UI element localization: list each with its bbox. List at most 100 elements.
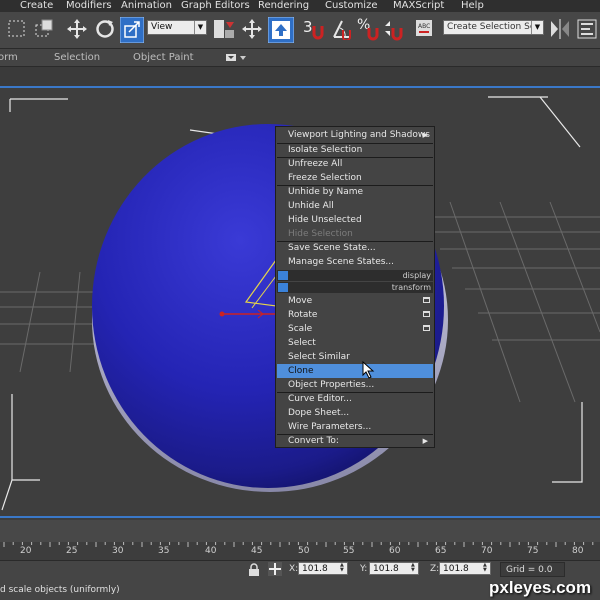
keyboard-shortcut-override-icon[interactable]: [268, 17, 294, 43]
menu-item-label: Convert To:: [288, 436, 339, 446]
track-tick-label: 25: [66, 546, 78, 556]
edit-named-selection-icon[interactable]: ABC: [414, 18, 436, 40]
y-coordinate-field[interactable]: 101.8 ▲ ▼: [369, 562, 419, 575]
track-tick-label: 75: [527, 546, 539, 556]
graphite-ribbon: orm Selection Object Paint: [0, 49, 600, 67]
angle-snap-icon[interactable]: [331, 18, 353, 40]
select-rotate-icon[interactable]: [94, 18, 116, 40]
select-scale-icon[interactable]: [120, 17, 144, 43]
menu-item-save-scene-state[interactable]: Save Scene State...: [277, 241, 433, 255]
track-tick-label: 80: [572, 546, 584, 556]
chevron-down-icon: ▼: [531, 21, 543, 34]
time-slider[interactable]: [0, 520, 600, 542]
menu-item-curve-editor[interactable]: Curve Editor...: [277, 392, 433, 406]
ribbon-tab-freeform[interactable]: orm: [0, 49, 18, 66]
menu-item-wire-parameters[interactable]: Wire Parameters...: [277, 420, 433, 434]
spinner-snap-icon[interactable]: [382, 18, 406, 42]
track-bar[interactable]: 20 25 30 35 40 45 50 55 60 65 70 75 80: [0, 542, 600, 561]
ribbon-tab-selection[interactable]: Selection: [54, 49, 100, 66]
ribbon-tab-object-paint[interactable]: Object Paint: [133, 49, 194, 66]
align-icon[interactable]: [576, 18, 598, 40]
menu-item-clone[interactable]: Clone: [277, 364, 433, 378]
menu-item-label: Move: [288, 296, 313, 306]
spinner-icon[interactable]: ▲ ▼: [411, 563, 418, 574]
menu-item-label: Viewport Lighting and Shadows: [288, 130, 430, 140]
pivot-center-icon[interactable]: [212, 18, 238, 42]
settings-box-icon[interactable]: [423, 325, 430, 331]
quadrant-label: transform: [391, 283, 431, 292]
settings-box-icon[interactable]: [423, 297, 430, 303]
menu-item-manage-scene-states[interactable]: Manage Scene States...: [277, 255, 433, 269]
submenu-arrow-icon: ▶: [422, 437, 428, 445]
spinner-icon[interactable]: ▲ ▼: [483, 563, 490, 574]
spinner-icon[interactable]: ▲ ▼: [340, 563, 347, 574]
track-tick-label: 45: [251, 546, 263, 556]
menu-item-select-similar[interactable]: Select Similar: [277, 350, 433, 364]
x-coordinate-field[interactable]: 101.8 ▲ ▼: [298, 562, 348, 575]
svg-text:ABC: ABC: [418, 23, 430, 30]
track-tick-label: 35: [158, 546, 170, 556]
select-move-icon[interactable]: [66, 18, 88, 40]
quad-menu: Viewport Lighting and Shadows ▶ Isolate S…: [275, 126, 435, 448]
menu-item-unhide-by-name[interactable]: Unhide by Name: [277, 185, 433, 199]
select-region-icon[interactable]: [8, 20, 26, 38]
menu-item-hide-unselected[interactable]: Hide Unselected: [277, 213, 433, 227]
menu-animation[interactable]: Animation: [121, 0, 172, 12]
quadrant-marker-icon: [278, 271, 288, 280]
track-tick-label: 60: [389, 546, 401, 556]
menu-item-convert-to[interactable]: Convert To: ▶: [277, 434, 433, 448]
x-coordinate-value: 101.8: [302, 564, 328, 574]
window-crossing-icon[interactable]: [34, 18, 56, 38]
reference-coordinate-dropdown[interactable]: View ▼: [147, 20, 207, 35]
menu-item-label: Rotate: [288, 310, 318, 320]
track-tick-label: 65: [435, 546, 447, 556]
menu-item-isolate-selection[interactable]: Isolate Selection: [277, 143, 433, 157]
quadrant-marker-icon: [278, 283, 288, 292]
menu-graph-editors[interactable]: Graph Editors: [181, 0, 250, 12]
menu-item-move[interactable]: Move: [277, 294, 433, 308]
track-tick-label: 20: [20, 546, 32, 556]
menu-maxscript[interactable]: MAXScript: [393, 0, 444, 12]
menu-item-rotate[interactable]: Rotate: [277, 308, 433, 322]
menu-item-object-properties[interactable]: Object Properties...: [277, 378, 433, 392]
menu-item-freeze-selection[interactable]: Freeze Selection: [277, 171, 433, 185]
menu-item-dope-sheet[interactable]: Dope Sheet...: [277, 406, 433, 420]
track-tick-label: 55: [343, 546, 355, 556]
menu-item-unfreeze-all[interactable]: Unfreeze All: [277, 157, 433, 171]
mouse-cursor-icon: [362, 361, 375, 379]
menu-help[interactable]: Help: [461, 0, 484, 12]
y-coordinate-value: 101.8: [373, 564, 399, 574]
named-selection-sets-value: Create Selection Se: [447, 22, 531, 32]
quadrant-header-display: display: [277, 270, 433, 281]
absolute-mode-transform-icon[interactable]: [268, 562, 282, 576]
settings-box-icon[interactable]: [423, 311, 430, 317]
status-prompt: d scale objects (uniformly): [0, 585, 120, 595]
menu-item-scale[interactable]: Scale: [277, 322, 433, 336]
reference-coordinate-value: View: [151, 22, 173, 32]
z-coordinate-value: 101.8: [443, 564, 469, 574]
main-toolbar: View ▼ 3 % ABC Create Selection Se ▼: [0, 12, 600, 49]
ribbon-options-icon[interactable]: [226, 54, 248, 62]
menu-customize[interactable]: Customize: [325, 0, 378, 12]
named-selection-sets-dropdown[interactable]: Create Selection Se ▼: [443, 20, 544, 35]
select-manipulate-icon[interactable]: [241, 18, 263, 40]
menu-item-hide-selection[interactable]: Hide Selection: [277, 227, 433, 241]
track-tick-label: 50: [298, 546, 310, 556]
quadrant-label: display: [402, 271, 431, 280]
menu-item-unhide-all[interactable]: Unhide All: [277, 199, 433, 213]
watermark-text: pxleyes.com: [489, 578, 592, 597]
z-coordinate-field[interactable]: 101.8 ▲ ▼: [439, 562, 491, 575]
z-coordinate-label: Z:: [430, 564, 440, 574]
track-tick-label: 30: [112, 546, 124, 556]
menu-rendering[interactable]: Rendering: [258, 0, 309, 12]
mirror-icon[interactable]: [549, 18, 571, 40]
watermark: pxleyes.com: [486, 578, 600, 600]
menu-modifiers[interactable]: Modifiers: [66, 0, 112, 12]
menu-create[interactable]: Create: [20, 0, 53, 12]
menu-item-viewport-lighting[interactable]: Viewport Lighting and Shadows ▶: [277, 128, 433, 142]
percent-snap-magnet-icon: [367, 28, 379, 41]
viewport-gutter: [0, 67, 600, 86]
track-tick-label: 70: [481, 546, 493, 556]
selection-lock-icon[interactable]: [248, 563, 260, 576]
menu-item-select[interactable]: Select: [277, 336, 433, 350]
